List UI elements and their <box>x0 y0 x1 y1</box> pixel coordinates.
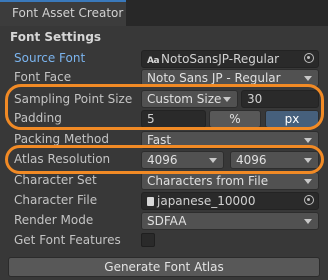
render-mode-label: Render Mode <box>14 213 94 227</box>
tab-font-asset-creator[interactable]: Font Asset Creator <box>0 0 126 26</box>
atlas-height-dropdown[interactable]: 4096 <box>230 151 319 169</box>
source-font-value: NotoSansJP-Regular <box>161 52 280 66</box>
sampling-mode-value: Custom Size <box>147 92 222 106</box>
atlas-width-value: 4096 <box>147 153 178 167</box>
source-font-field[interactable]: Aa NotoSansJP-Regular <box>141 50 319 68</box>
object-picker-icon[interactable] <box>304 195 314 205</box>
padding-input[interactable]: 5 <box>141 110 206 128</box>
padding-percent-toggle[interactable]: % <box>209 110 261 128</box>
padding-px-toggle[interactable]: px <box>265 110 319 128</box>
chevron-down-icon <box>304 138 312 143</box>
font-face-label: Font Face <box>14 70 72 84</box>
font-face-value: Noto Sans JP - Regular <box>147 71 281 85</box>
chevron-down-icon <box>304 219 312 224</box>
packing-method-dropdown[interactable]: Fast <box>141 131 319 149</box>
character-file-field[interactable]: japanese_10000 <box>141 192 319 210</box>
character-set-value: Characters from File <box>147 174 269 188</box>
source-font-label: Source Font <box>14 51 86 65</box>
chevron-down-icon <box>209 158 217 163</box>
font-asset-icon: Aa <box>147 56 160 66</box>
character-set-dropdown[interactable]: Characters from File <box>141 172 319 190</box>
get-font-features-label: Get Font Features <box>14 233 121 247</box>
render-mode-dropdown[interactable]: SDFAA <box>141 212 319 230</box>
render-mode-value: SDFAA <box>147 214 187 228</box>
object-picker-icon[interactable] <box>304 53 314 63</box>
get-font-features-checkbox[interactable] <box>141 233 155 247</box>
chevron-down-icon <box>304 158 312 163</box>
generate-font-atlas-button[interactable]: Generate Font Atlas <box>8 257 320 277</box>
character-file-label: Character File <box>14 193 98 207</box>
character-set-label: Character Set <box>14 173 97 187</box>
packing-method-label: Packing Method <box>14 132 109 146</box>
atlas-width-dropdown[interactable]: 4096 <box>141 151 224 169</box>
section-title-font-settings: Font Settings <box>10 30 102 44</box>
chevron-down-icon <box>304 179 312 184</box>
sampling-mode-dropdown[interactable]: Custom Size <box>141 90 238 108</box>
atlas-resolution-label: Atlas Resolution <box>14 152 111 166</box>
character-file-value: japanese_10000 <box>157 194 256 208</box>
sampling-point-size-label: Sampling Point Size <box>14 92 133 106</box>
text-file-icon <box>147 197 154 206</box>
chevron-down-icon <box>223 97 231 102</box>
atlas-height-value: 4096 <box>236 153 267 167</box>
packing-method-value: Fast <box>147 133 172 147</box>
font-face-dropdown[interactable]: Noto Sans JP - Regular <box>141 69 319 87</box>
chevron-down-icon <box>304 76 312 81</box>
padding-label: Padding <box>14 111 62 125</box>
sampling-size-input[interactable]: 30 <box>241 90 319 108</box>
